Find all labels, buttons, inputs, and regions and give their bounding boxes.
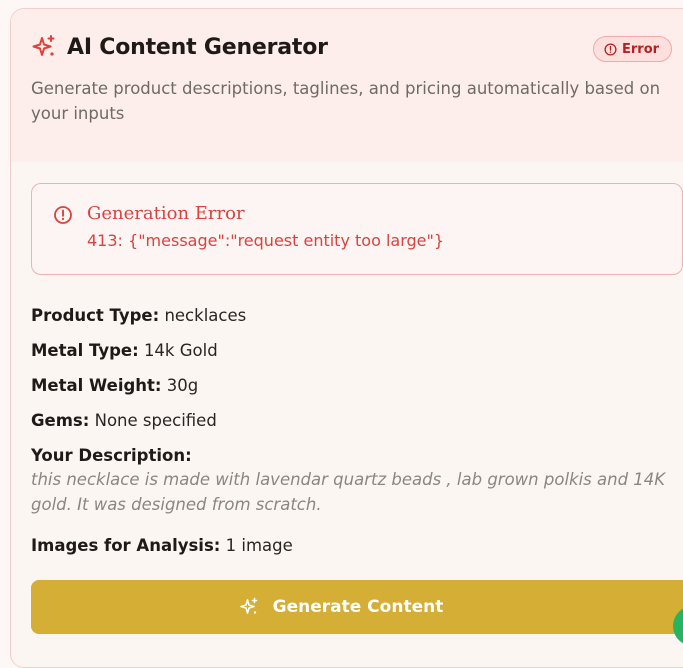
field-label: Metal Type: <box>31 341 139 360</box>
generate-content-button[interactable]: Generate Content <box>31 580 683 634</box>
field-value: 30g <box>166 376 199 395</box>
field-label: Product Type: <box>31 306 160 325</box>
gems-field: Gems: None specified <box>31 411 217 430</box>
metal-weight-field: Metal Weight: 30g <box>31 376 198 395</box>
field-label: Gems: <box>31 411 90 430</box>
status-badge-label: Error <box>622 41 660 57</box>
generate-button-label: Generate Content <box>272 597 444 617</box>
metal-type-field: Metal Type: 14k Gold <box>31 341 218 360</box>
field-value: 1 image <box>225 536 293 555</box>
field-value: 14k Gold <box>143 341 218 360</box>
sparkles-icon <box>32 35 55 56</box>
alert-circle-icon <box>604 42 617 56</box>
page-title: AI Content Generator <box>67 34 328 60</box>
field-label: Your Description: <box>31 446 192 465</box>
description-text: this necklace is made with lavendar quar… <box>31 470 666 514</box>
alert-circle-icon <box>54 206 72 224</box>
title-row: AI Content Generator <box>31 34 328 60</box>
product-type-field: Product Type: necklaces <box>31 306 246 325</box>
images-field: Images for Analysis: 1 image <box>31 536 293 555</box>
field-value: None specified <box>94 411 217 430</box>
field-value: necklaces <box>164 306 247 325</box>
error-alert: Generation Error 413: {"message":"reques… <box>31 183 683 275</box>
status-badge: Error <box>593 36 673 62</box>
field-label: Metal Weight: <box>31 376 162 395</box>
alert-message: 413: {"message":"request entity too larg… <box>87 231 445 250</box>
description-field: Your Description: <box>31 446 192 465</box>
page-subtitle: Generate product descriptions, taglines,… <box>31 79 661 123</box>
field-label: Images for Analysis: <box>31 536 221 555</box>
sparkles-icon <box>239 597 257 614</box>
alert-title: Generation Error <box>87 203 245 224</box>
